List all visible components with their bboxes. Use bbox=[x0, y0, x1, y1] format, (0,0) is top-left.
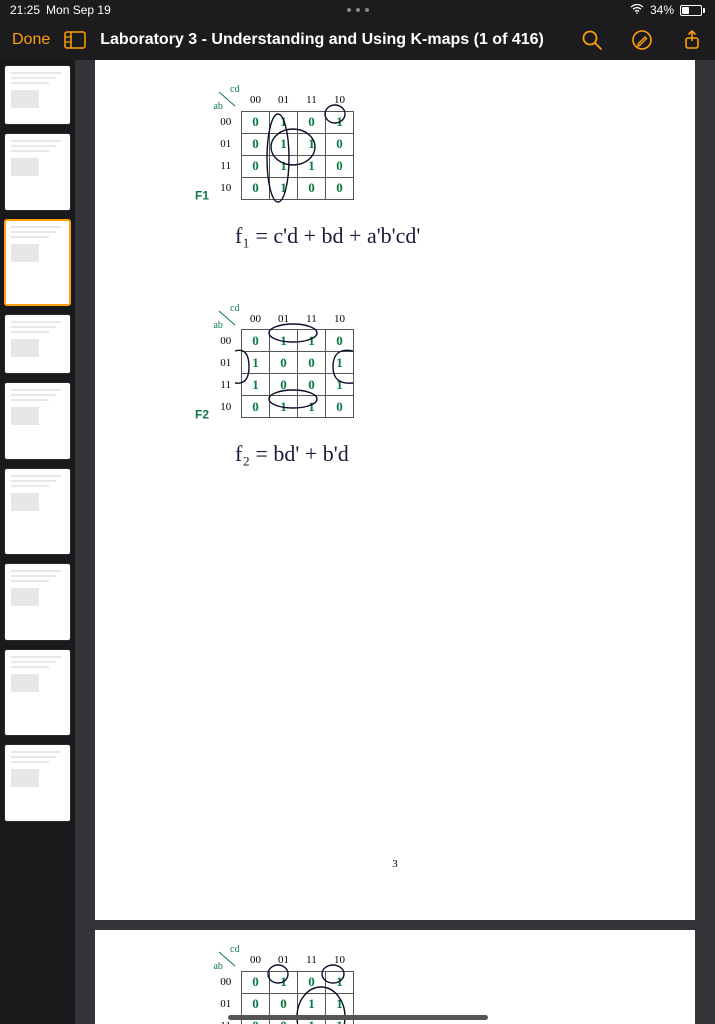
kmap-label: F1 bbox=[195, 189, 209, 203]
kmap-label: F2 bbox=[195, 407, 209, 421]
equation-f2: f₂ = bd' + b'd bbox=[235, 441, 575, 467]
page: F3 cdab 00011110 000101 010011 110011 10… bbox=[95, 930, 695, 1024]
status-date: Mon Sep 19 bbox=[46, 3, 111, 17]
page-thumbnail[interactable] bbox=[5, 650, 70, 735]
page-thumbnail[interactable] bbox=[5, 745, 70, 821]
status-time: 21:25 bbox=[10, 3, 40, 17]
battery-icon bbox=[680, 5, 705, 16]
status-bar: 21:25 Mon Sep 19 34% bbox=[0, 0, 715, 20]
page-thumbnail[interactable] bbox=[5, 66, 70, 124]
kmap-f3: cdab 00011110 000101 010011 110011 10101… bbox=[213, 950, 354, 1024]
kmap-f2: cdab 00011110 000110 011001 111001 10011… bbox=[213, 309, 354, 419]
kmap-f1: cdab 00011110 000101 010110 110110 10010… bbox=[213, 90, 354, 200]
document-view[interactable]: F1 cdab 00011110 000101 010110 110110 10… bbox=[75, 60, 715, 1024]
viewer-toolbar: Done Laboratory 3 - Understanding and Us… bbox=[0, 20, 715, 60]
document-title: Laboratory 3 - Understanding and Using K… bbox=[100, 31, 544, 49]
page: F1 cdab 00011110 000101 010110 110110 10… bbox=[95, 60, 695, 920]
share-icon[interactable] bbox=[681, 29, 703, 51]
page-number: 3 bbox=[95, 858, 695, 870]
battery-percent: 34% bbox=[650, 3, 674, 17]
thumbnails-toggle-icon[interactable] bbox=[64, 31, 86, 49]
page-thumbnail[interactable] bbox=[5, 315, 70, 373]
page-thumbnail[interactable] bbox=[5, 564, 70, 640]
markup-icon[interactable] bbox=[631, 29, 653, 51]
page-thumbnail[interactable] bbox=[5, 383, 70, 459]
thumbnail-sidebar[interactable] bbox=[0, 60, 75, 1024]
page-thumbnail[interactable] bbox=[5, 469, 70, 554]
page-thumbnail[interactable] bbox=[5, 220, 70, 305]
equation-f1: f₁ = c'd + bd + a'b'cd' bbox=[235, 223, 575, 249]
wifi-icon bbox=[630, 3, 644, 17]
home-indicator[interactable] bbox=[228, 1015, 488, 1020]
done-button[interactable]: Done bbox=[12, 31, 50, 49]
page-thumbnail[interactable] bbox=[5, 134, 70, 210]
multitasking-dots-icon[interactable] bbox=[347, 8, 369, 12]
search-icon[interactable] bbox=[581, 29, 603, 51]
